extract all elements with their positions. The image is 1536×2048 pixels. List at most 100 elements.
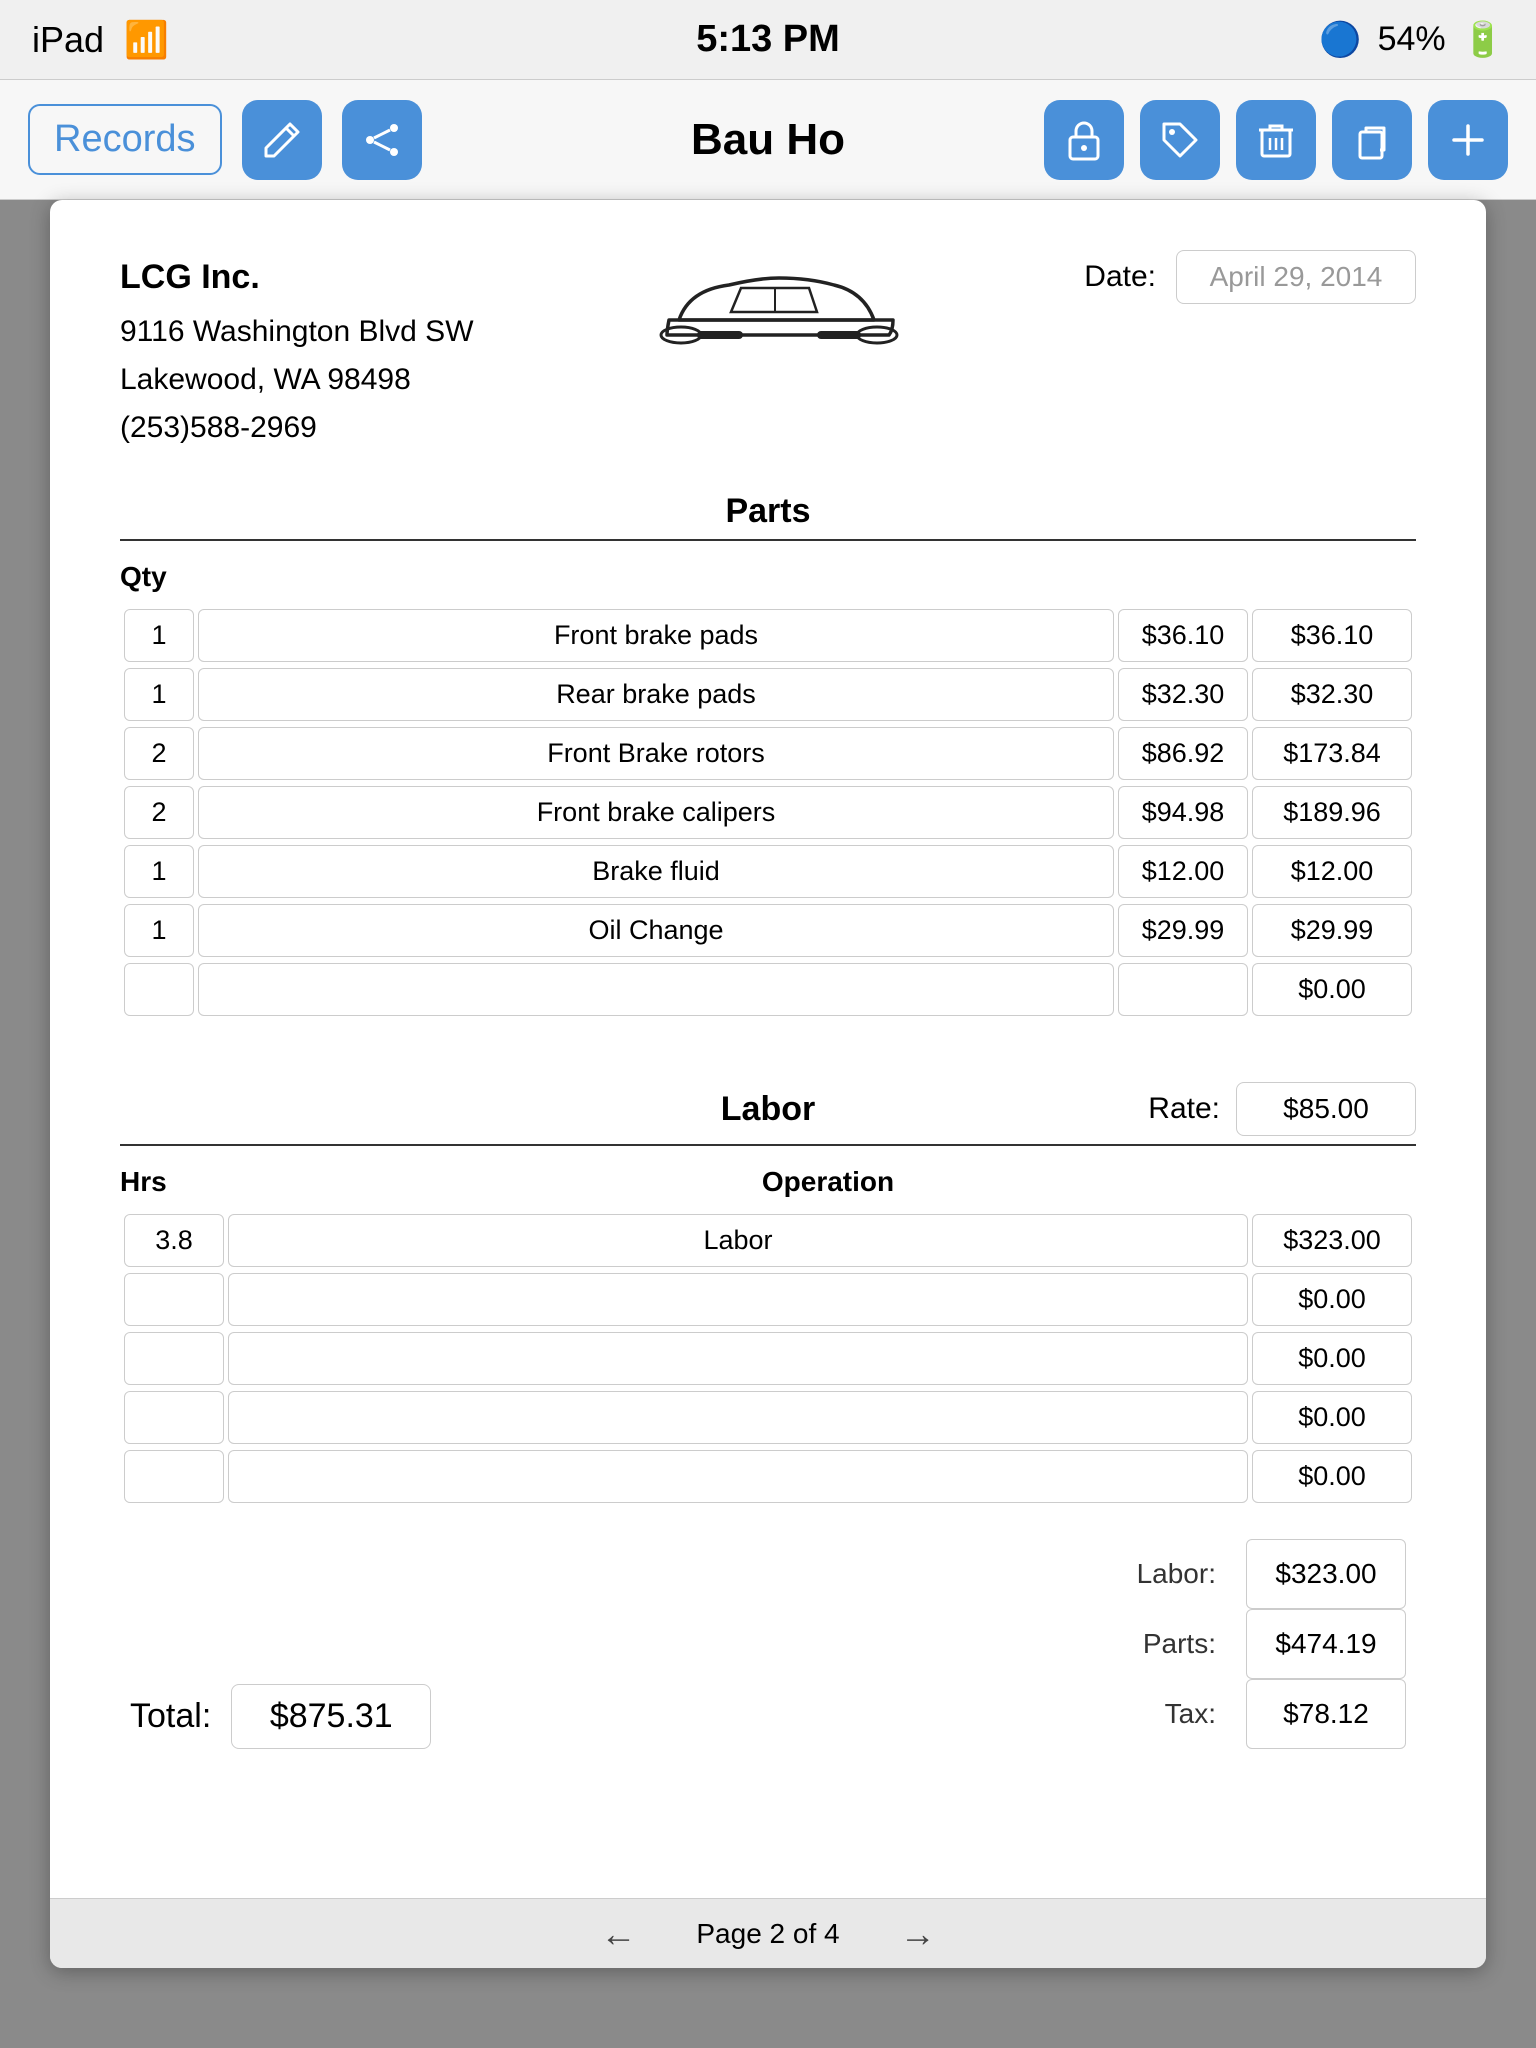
next-page-arrow[interactable]: → [900,1913,936,1955]
parts-row: 1 Oil Change $29.99 $29.99 [124,904,1412,957]
date-label: Date: [1084,260,1156,294]
status-right: 🔵 54% 🔋 [1319,20,1504,60]
date-value[interactable]: April 29, 2014 [1176,250,1416,304]
document-area: LCG Inc. 9116 Washington Blvd SW Lakewoo… [50,200,1486,1968]
labor-hrs[interactable] [124,1391,224,1444]
part-price[interactable] [1118,963,1248,1016]
status-bar: iPad 📶 5:13 PM 🔵 54% 🔋 [0,0,1536,80]
part-total[interactable]: $173.84 [1252,727,1412,780]
total-breakdown: Labor: $323.00 Parts: $474.19 Tax: $78.1… [1096,1539,1406,1749]
parts-row: 1 Front brake pads $36.10 $36.10 [124,609,1412,662]
part-price[interactable]: $32.30 [1118,668,1248,721]
part-desc[interactable]: Brake fluid [198,845,1114,898]
total-main: Total: $875.31 [130,1684,431,1749]
part-desc[interactable]: Oil Change [198,904,1114,957]
battery-label: 54% [1378,20,1446,59]
part-total[interactable]: $32.30 [1252,668,1412,721]
labor-amount[interactable]: $0.00 [1252,1391,1412,1444]
part-price[interactable]: $94.98 [1118,786,1248,839]
status-time: 5:13 PM [696,18,840,61]
part-qty[interactable] [124,963,194,1016]
part-desc[interactable]: Front Brake rotors [198,727,1114,780]
doc-content: LCG Inc. 9116 Washington Blvd SW Lakewoo… [50,200,1486,1898]
parts-row: 2 Front brake calipers $94.98 $189.96 [124,786,1412,839]
part-qty[interactable]: 1 [124,904,194,957]
part-qty[interactable]: 1 [124,609,194,662]
parts-row: $0.00 [124,963,1412,1016]
copy-button[interactable] [1332,100,1412,180]
share-icon [362,120,402,160]
page-info: Page 2 of 4 [696,1918,839,1950]
date-section: Date: April 29, 2014 [1084,250,1416,304]
tag-icon [1160,120,1200,160]
company-name: LCG Inc. [120,250,474,304]
operation-header: Operation [240,1166,1416,1198]
battery-icon: 🔋 [1462,20,1504,60]
bluetooth-icon: 🔵 [1319,20,1361,60]
car-logo [474,250,1085,370]
parts-total-row: Parts: $474.19 [1096,1609,1406,1679]
labor-row: $0.00 [124,1273,1412,1326]
company-address2: Lakewood, WA 98498 [120,356,474,404]
part-total[interactable]: $189.96 [1252,786,1412,839]
part-qty[interactable]: 1 [124,668,194,721]
records-button[interactable]: Records [28,104,222,175]
parts-total-value: $474.19 [1246,1609,1406,1679]
part-qty[interactable]: 1 [124,845,194,898]
parts-row: 1 Brake fluid $12.00 $12.00 [124,845,1412,898]
labor-amount[interactable]: $0.00 [1252,1450,1412,1503]
prev-page-arrow[interactable]: ← [600,1913,636,1955]
labor-op[interactable]: Labor [228,1214,1248,1267]
labor-hrs[interactable] [124,1273,224,1326]
share-button[interactable] [342,100,422,180]
part-desc[interactable]: Front brake calipers [198,786,1114,839]
labor-op[interactable] [228,1273,1248,1326]
labor-op[interactable] [228,1450,1248,1503]
lock-button[interactable] [1044,100,1124,180]
labor-op[interactable] [228,1332,1248,1385]
part-total[interactable]: $36.10 [1252,609,1412,662]
part-desc[interactable]: Rear brake pads [198,668,1114,721]
labor-total-value: $323.00 [1246,1539,1406,1609]
doc-footer: ← Page 2 of 4 → [50,1898,1486,1968]
labor-amount[interactable]: $323.00 [1252,1214,1412,1267]
part-price[interactable]: $36.10 [1118,609,1248,662]
labor-op[interactable] [228,1391,1248,1444]
labor-hrs[interactable] [124,1450,224,1503]
part-price[interactable]: $86.92 [1118,727,1248,780]
tax-label: Tax: [1096,1686,1216,1742]
labor-hrs[interactable] [124,1332,224,1385]
labor-hrs[interactable]: 3.8 [124,1214,224,1267]
labor-divider [120,1144,1416,1146]
part-price[interactable]: $12.00 [1118,845,1248,898]
labor-amount[interactable]: $0.00 [1252,1332,1412,1385]
company-address1: 9116 Washington Blvd SW [120,308,474,356]
part-total[interactable]: $29.99 [1252,904,1412,957]
labor-total-label: Labor: [1096,1546,1216,1602]
labor-amount[interactable]: $0.00 [1252,1273,1412,1326]
part-desc[interactable]: Front brake pads [198,609,1114,662]
part-total[interactable]: $0.00 [1252,963,1412,1016]
company-info: LCG Inc. 9116 Washington Blvd SW Lakewoo… [120,250,474,452]
trash-button[interactable] [1236,100,1316,180]
parts-title: Parts [120,492,1416,531]
add-button[interactable] [1428,100,1508,180]
nav-right [1044,100,1508,180]
part-qty[interactable]: 2 [124,786,194,839]
rate-value[interactable]: $85.00 [1236,1082,1416,1136]
part-qty[interactable]: 2 [124,727,194,780]
parts-row: 2 Front Brake rotors $86.92 $173.84 [124,727,1412,780]
tag-button[interactable] [1140,100,1220,180]
parts-table: 1 Front brake pads $36.10 $36.10 1 Rear … [120,603,1416,1022]
total-value[interactable]: $875.31 [231,1684,431,1749]
part-total[interactable]: $12.00 [1252,845,1412,898]
nav-bar: Records Bau Ho [0,80,1536,200]
part-price[interactable]: $29.99 [1118,904,1248,957]
part-desc[interactable] [198,963,1114,1016]
labor-header-row: Labor Rate: $85.00 [120,1082,1416,1136]
car-icon [649,250,909,370]
labor-row: $0.00 [124,1332,1412,1385]
parts-divider [120,539,1416,541]
edit-button[interactable] [242,100,322,180]
copy-icon [1352,120,1392,160]
